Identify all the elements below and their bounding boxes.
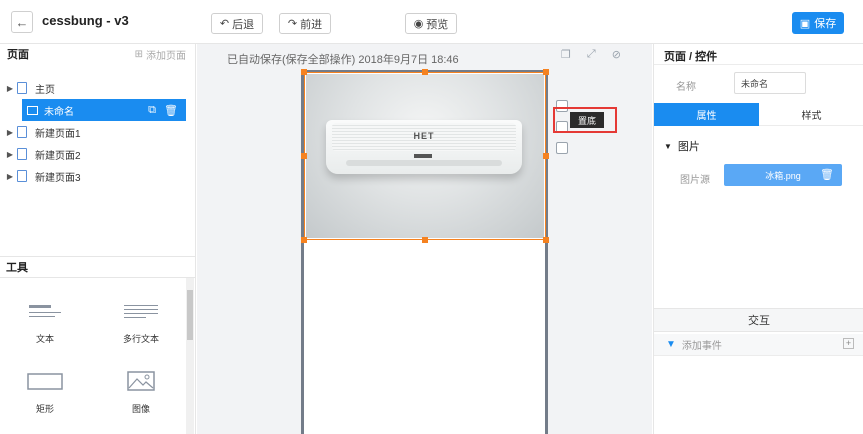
send-to-back-tooltip: 置底 xyxy=(570,112,604,128)
collapse-icon: ▼ xyxy=(664,141,672,151)
right-panel: 页面 / 控件 名称 未命名 属性 样式 ▼ 图片 图片源 冰箱.png 🗑 交互 … xyxy=(653,44,863,434)
app-title: cessbung - v3 xyxy=(42,13,129,28)
page-item-new1[interactable]: ▶ 新建页面1 xyxy=(0,121,186,143)
page-item-new3[interactable]: ▶ 新建页面3 xyxy=(0,165,186,187)
interaction-title: 交互 xyxy=(654,308,863,332)
redo-button[interactable]: ↷ 前进 xyxy=(279,13,331,34)
tab-style[interactable]: 样式 xyxy=(759,103,863,126)
preview-button[interactable]: ◉ 预览 xyxy=(405,13,457,34)
eye-icon: ◉ xyxy=(413,18,424,30)
image-logo-text: HET xyxy=(413,131,435,141)
rectangle-icon xyxy=(27,373,63,390)
tab-properties[interactable]: 属性 xyxy=(654,103,759,126)
canvas-area: 已自动保存(保存全部操作) 2018年9月7日 18:46 ❐ ⤢ ⊘ HET … xyxy=(197,44,652,434)
left-panel: 页面 ⊞ 添加页面 ▶ 主页 未命名 ⧉ 🗑 ▶ 新建页面1 ▶ 新建页面2 ▶ 新建页面3… xyxy=(0,44,196,434)
tools-title: 工具 xyxy=(0,256,196,278)
arrow-left-icon: ← xyxy=(15,14,29,30)
resize-handle-tl[interactable] xyxy=(301,69,307,75)
tool-image[interactable]: 图像 xyxy=(106,370,176,415)
resize-handle-r[interactable] xyxy=(543,153,549,159)
selected-image[interactable]: HET xyxy=(304,72,546,240)
fullscreen-icon[interactable]: ⤢ xyxy=(587,48,596,61)
panel-title: 页面 / 控件 xyxy=(664,51,718,63)
page-item-unnamed[interactable]: 未命名 ⧉ 🗑 xyxy=(22,99,186,121)
page-icon xyxy=(17,126,27,138)
add-page-icon: ⊞ xyxy=(134,48,143,60)
resize-handle-bl[interactable] xyxy=(301,237,307,243)
add-event-row[interactable]: ▼ 添加事件 + xyxy=(654,334,863,356)
add-page-button[interactable]: ⊞ 添加页面 xyxy=(135,47,186,62)
event-icon: ▼ xyxy=(666,339,676,350)
trash-icon[interactable]: 🗑 xyxy=(164,104,178,117)
tool-rectangle[interactable]: 矩形 xyxy=(10,372,80,415)
expand-icon[interactable]: ▶ xyxy=(3,172,17,181)
autosave-status: 已自动保存(保存全部操作) 2018年9月7日 18:46 xyxy=(227,54,459,66)
text-tool-icon xyxy=(29,305,61,317)
save-icon: ▣ xyxy=(799,17,811,30)
image-icon xyxy=(27,105,38,115)
pages-title: 页面 xyxy=(7,49,29,61)
page-icon xyxy=(17,148,27,160)
tools-scrollbar[interactable] xyxy=(186,278,194,434)
page-item-home[interactable]: ▶ 主页 xyxy=(0,77,186,99)
name-label: 名称 xyxy=(676,82,696,93)
name-input[interactable]: 未命名 xyxy=(734,72,806,94)
resize-handle-l[interactable] xyxy=(301,153,307,159)
tool-multiline-text[interactable]: 多行文本 xyxy=(106,302,176,345)
send-back-icon[interactable] xyxy=(556,142,568,154)
multiline-text-icon xyxy=(124,305,158,318)
image-source-label: 图片源 xyxy=(680,175,710,186)
back-button[interactable]: ← xyxy=(11,11,33,33)
image-source-chip[interactable]: 冰箱.png 🗑 xyxy=(724,164,842,186)
image-section-header[interactable]: ▼ 图片 xyxy=(664,138,700,154)
resize-handle-br[interactable] xyxy=(543,237,549,243)
undo-button[interactable]: ↶ 后退 xyxy=(211,13,263,34)
resize-handle-tr[interactable] xyxy=(543,69,549,75)
undo-icon: ↶ xyxy=(219,18,230,30)
page-icon xyxy=(17,82,27,94)
redo-icon: ↷ xyxy=(287,18,298,30)
hide-icon[interactable]: ⊘ xyxy=(612,48,621,61)
layers-icon[interactable]: ❐ xyxy=(561,48,571,61)
trash-icon[interactable]: 🗑 xyxy=(820,168,834,181)
page-item-new2[interactable]: ▶ 新建页面2 xyxy=(0,143,186,165)
page-icon xyxy=(17,170,27,182)
air-conditioner-image: HET xyxy=(306,74,544,238)
top-bar: ← cessbung - v3 ↶ 后退 ↷ 前进 ◉ 预览 ▣ 保存 xyxy=(0,0,863,44)
image-tool-icon xyxy=(127,371,155,391)
expand-icon[interactable]: ▶ xyxy=(3,128,17,137)
tool-text[interactable]: 文本 xyxy=(10,302,80,345)
plus-icon[interactable]: + xyxy=(843,338,854,349)
expand-icon[interactable]: ▶ xyxy=(3,84,17,93)
expand-icon[interactable]: ▶ xyxy=(3,150,17,159)
pages-header: 页面 ⊞ 添加页面 xyxy=(0,44,196,64)
resize-handle-b[interactable] xyxy=(422,237,428,243)
copy-icon[interactable]: ⧉ xyxy=(148,104,156,117)
resize-handle-t[interactable] xyxy=(422,69,428,75)
property-tabs: 属性 样式 xyxy=(654,103,863,126)
save-button[interactable]: ▣ 保存 xyxy=(792,12,844,34)
canvas-toolbar: ❐ ⤢ ⊘ xyxy=(561,48,621,61)
